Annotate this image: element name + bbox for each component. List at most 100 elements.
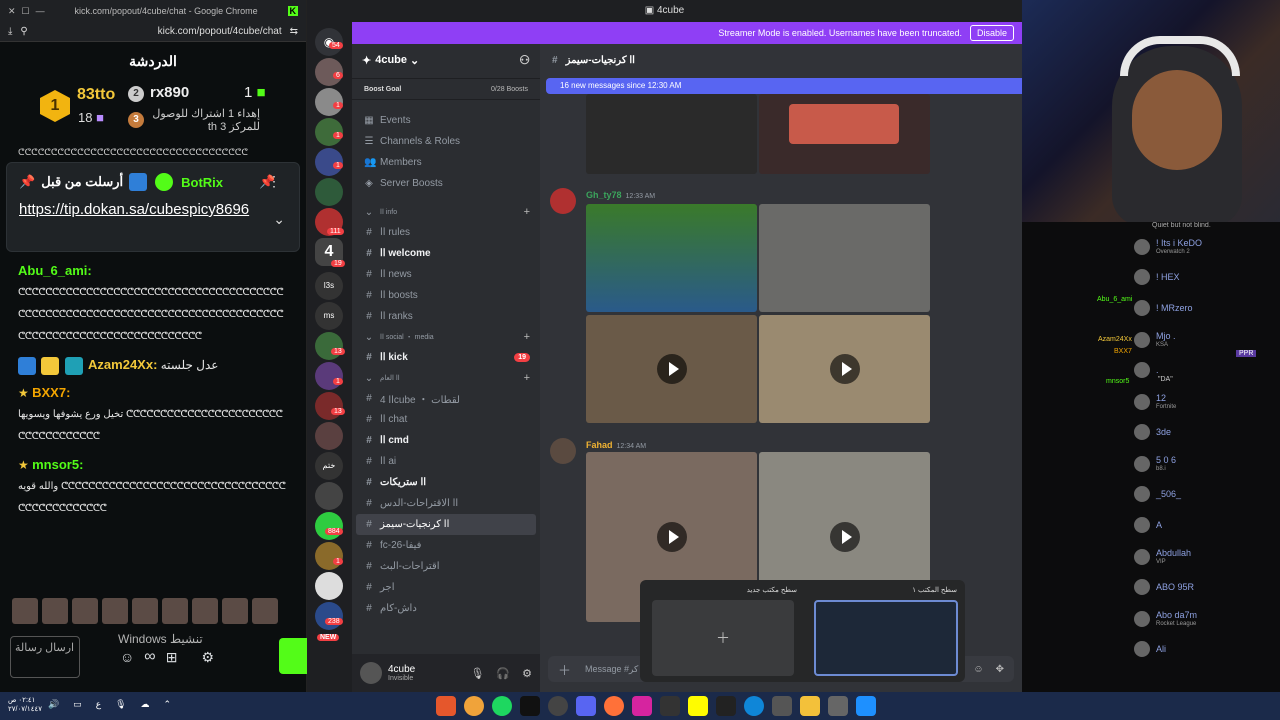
apps-icon[interactable]: ✥	[996, 664, 1004, 675]
media-attachment[interactable]	[586, 94, 757, 174]
server-icon[interactable]	[315, 422, 343, 450]
settings-icon[interactable]: ⇆	[290, 26, 298, 37]
emote[interactable]	[162, 598, 188, 624]
chat-username[interactable]: BXX7:	[32, 385, 70, 400]
play-icon[interactable]	[829, 522, 860, 552]
emote[interactable]	[72, 598, 98, 624]
chat-input[interactable]: ارسال رسالة	[10, 636, 80, 678]
avatar[interactable]	[550, 438, 576, 464]
channel-item[interactable]: # اا chat	[352, 409, 540, 430]
play-icon[interactable]	[656, 522, 687, 552]
channel-item[interactable]: # اا 4cube ・ لقطات	[352, 388, 540, 409]
server-icon[interactable]	[315, 572, 343, 600]
chat-username[interactable]: Azam24Xx:	[88, 357, 157, 372]
chat-username[interactable]: mnsor5:	[32, 457, 83, 472]
new-messages-bar[interactable]: 16 new messages since 12:30 AM	[546, 78, 1022, 94]
server-icon[interactable]	[315, 178, 343, 206]
current-desktop-thumbnail[interactable]	[814, 600, 958, 676]
search-icon[interactable]: ⚲	[20, 26, 27, 37]
chat-username[interactable]: Abu_6_ami:	[18, 263, 92, 278]
channel-item[interactable]: # اقتراحات-البث	[352, 556, 540, 577]
server-icon[interactable]	[315, 542, 343, 570]
avatar[interactable]	[360, 662, 382, 684]
chrome-icon[interactable]	[464, 696, 484, 716]
server-icon[interactable]	[315, 332, 343, 360]
channel-item[interactable]: # fc-26-فيفا	[352, 535, 540, 556]
server-icon[interactable]: ms	[315, 302, 343, 330]
app-icon[interactable]	[828, 696, 848, 716]
channel-category[interactable]: ⌄ اا info +	[352, 202, 540, 222]
edge-icon[interactable]	[744, 696, 764, 716]
clock[interactable]: ٠٢:٤١ ص ٢٧/٠٧/١٤٤٧	[8, 696, 42, 714]
add-channel-icon[interactable]: +	[524, 372, 530, 384]
events-item[interactable]: ▦ Events	[352, 110, 540, 131]
server-icon[interactable]	[315, 392, 343, 420]
channel-item[interactable]: # اا ai	[352, 451, 540, 472]
gear-icon[interactable]: ⚙	[201, 649, 214, 666]
media-attachment[interactable]	[586, 204, 757, 312]
play-icon[interactable]	[656, 354, 687, 384]
channel-item[interactable]: # اا cmd	[352, 430, 540, 451]
channel-item[interactable]: # اا ranks	[352, 306, 540, 327]
boost-goal[interactable]: Boost Goal 0/28 Boosts	[352, 78, 540, 100]
app-icon[interactable]	[772, 696, 792, 716]
media-attachment[interactable]	[759, 204, 930, 312]
server-icon[interactable]	[315, 602, 343, 630]
message-author[interactable]: Gh_ty78 12:33 AM	[586, 190, 655, 200]
disable-button[interactable]: Disable	[969, 25, 1014, 41]
channels-roles-item[interactable]: ☰ Channels & Roles	[352, 131, 540, 152]
terminal-icon[interactable]	[520, 696, 540, 716]
more-options-icon[interactable]: ⋮	[267, 173, 281, 190]
video-attachment[interactable]	[759, 315, 930, 423]
network-icon[interactable]: ▭	[73, 699, 82, 710]
server-boosts-item[interactable]: ◈ Server Boosts	[352, 173, 540, 194]
send-button[interactable]	[279, 638, 307, 674]
infinity-icon[interactable]: ∞	[144, 648, 155, 666]
channel-item[interactable]: # اا boosts	[352, 285, 540, 306]
minimize-icon[interactable]: —	[36, 6, 45, 16]
emote[interactable]	[192, 598, 218, 624]
channel-category[interactable]: ⌄ اا social ・ media +	[352, 327, 540, 347]
new-desktop-button[interactable]: ＋	[652, 600, 794, 676]
emote[interactable]	[222, 598, 248, 624]
channel-item[interactable]: # داش-كام	[352, 598, 540, 619]
headphones-icon[interactable]: 🎧	[496, 667, 510, 680]
emote[interactable]	[102, 598, 128, 624]
language-icon[interactable]: ع	[96, 699, 101, 710]
channel-item[interactable]: # اا ستريكات	[352, 472, 540, 493]
instagram-icon[interactable]	[632, 696, 652, 716]
folder-icon[interactable]	[800, 696, 820, 716]
channel-category[interactable]: ⌄ اا العام +	[352, 368, 540, 388]
windows-start-icon[interactable]	[856, 696, 876, 716]
server-icon[interactable]	[315, 362, 343, 390]
app-icon[interactable]	[436, 696, 456, 716]
media-attachment[interactable]	[759, 94, 930, 174]
app-icon[interactable]	[660, 696, 680, 716]
spotify-icon[interactable]	[492, 696, 512, 716]
apps-icon[interactable]: ⊞	[166, 649, 178, 666]
channel-item[interactable]: # اا rules	[352, 222, 540, 243]
app-icon[interactable]	[716, 696, 736, 716]
pinned-link[interactable]: https://tip.dokan.sa/cubespicy8696	[19, 199, 259, 221]
microphone-icon[interactable]: 🎙	[115, 699, 126, 710]
emote[interactable]	[42, 598, 68, 624]
firefox-icon[interactable]	[604, 696, 624, 716]
server-icon[interactable]	[315, 482, 343, 510]
pinned-bot-name[interactable]: BotRix	[181, 175, 223, 190]
discord-icon[interactable]	[576, 696, 596, 716]
channel-item[interactable]: # اا news	[352, 264, 540, 285]
emoji-icon[interactable]: ☺	[973, 664, 983, 675]
add-channel-icon[interactable]: +	[524, 206, 530, 218]
avatar[interactable]	[550, 188, 576, 214]
emote[interactable]	[132, 598, 158, 624]
obs-icon[interactable]	[548, 696, 568, 716]
message-author[interactable]: Fahad 12:34 AM	[586, 440, 646, 450]
server-header[interactable]: ✦ 4cube ⌄ ⚇	[352, 44, 540, 76]
channel-item[interactable]: # اا welcome	[352, 243, 540, 264]
rank-2-name[interactable]: rx890	[150, 84, 189, 101]
url-text[interactable]: kick.com/popout/4cube/chat	[36, 26, 282, 37]
message-input[interactable]: Message #كر	[585, 664, 638, 675]
server-icon[interactable]: l3s	[315, 272, 343, 300]
emote[interactable]	[252, 598, 278, 624]
add-channel-icon[interactable]: +	[524, 331, 530, 343]
